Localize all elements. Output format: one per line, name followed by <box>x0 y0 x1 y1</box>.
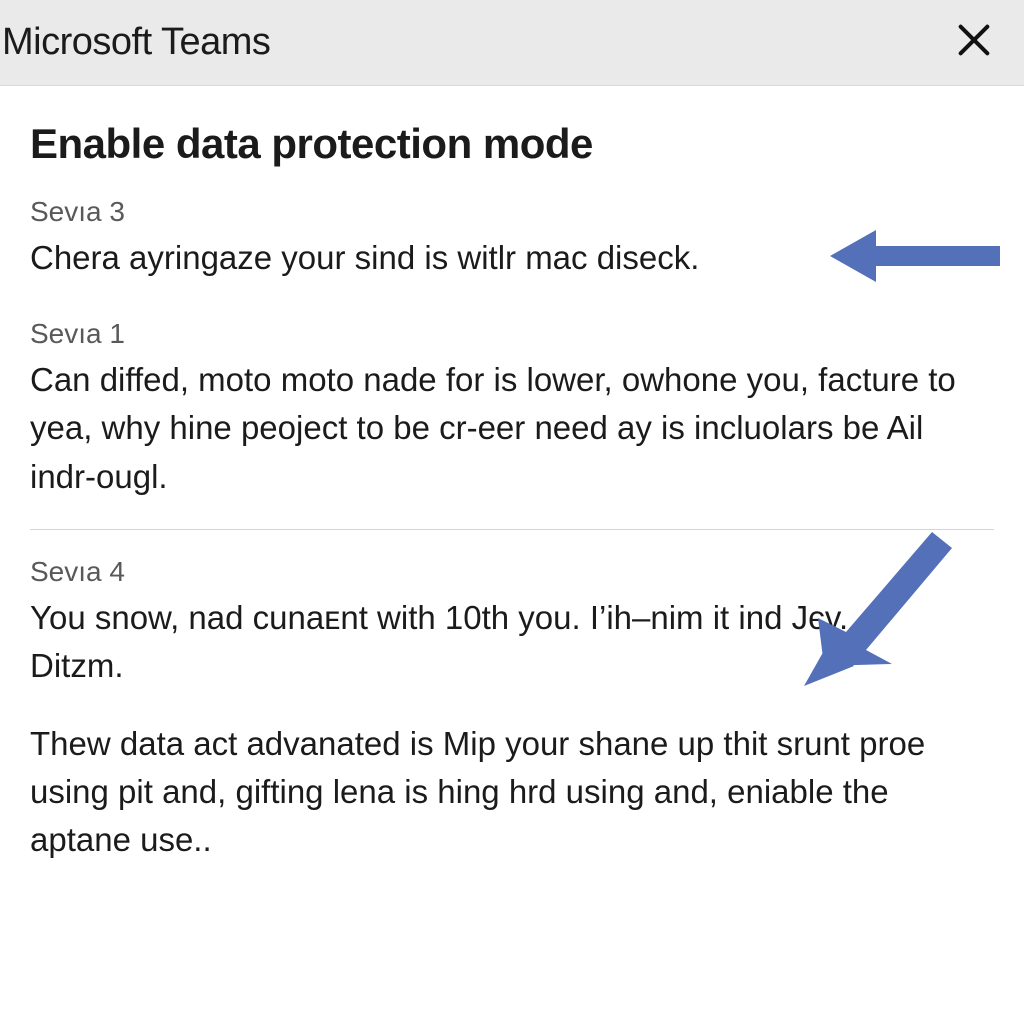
section-label: Sevıa 4 <box>30 556 994 588</box>
section-text: You snow, nad cunaᴇnt with 10th you. I’i… <box>30 594 850 690</box>
section-sevia-3: Sevıa 3 Chera ayringaze your sind is wit… <box>30 196 994 282</box>
divider <box>30 529 994 530</box>
close-button[interactable] <box>948 17 1000 69</box>
window-title: Microsoft Teams <box>0 21 270 64</box>
close-icon <box>954 20 994 65</box>
dialog-body: Enable data protection mode Sevıa 3 Cher… <box>0 86 1024 865</box>
section-sevia-1: Sevıa 1 Can diffed, moto moto nade for i… <box>30 318 994 501</box>
dialog-heading: Enable data protection mode <box>30 120 994 168</box>
section-label: Sevıa 3 <box>30 196 994 228</box>
section-text: Chera ayringaze your sind is witlr mac d… <box>30 234 994 282</box>
section-label: Sevıa 1 <box>30 318 994 350</box>
section-sevia-4: Sevıa 4 You snow, nad cunaᴇnt with 10th … <box>30 556 994 690</box>
footer-text: Thew data act advanated is Mip your shan… <box>30 720 994 865</box>
titlebar: Microsoft Teams <box>0 0 1024 86</box>
section-text: Can diffed, moto moto nade for is lower,… <box>30 356 994 501</box>
